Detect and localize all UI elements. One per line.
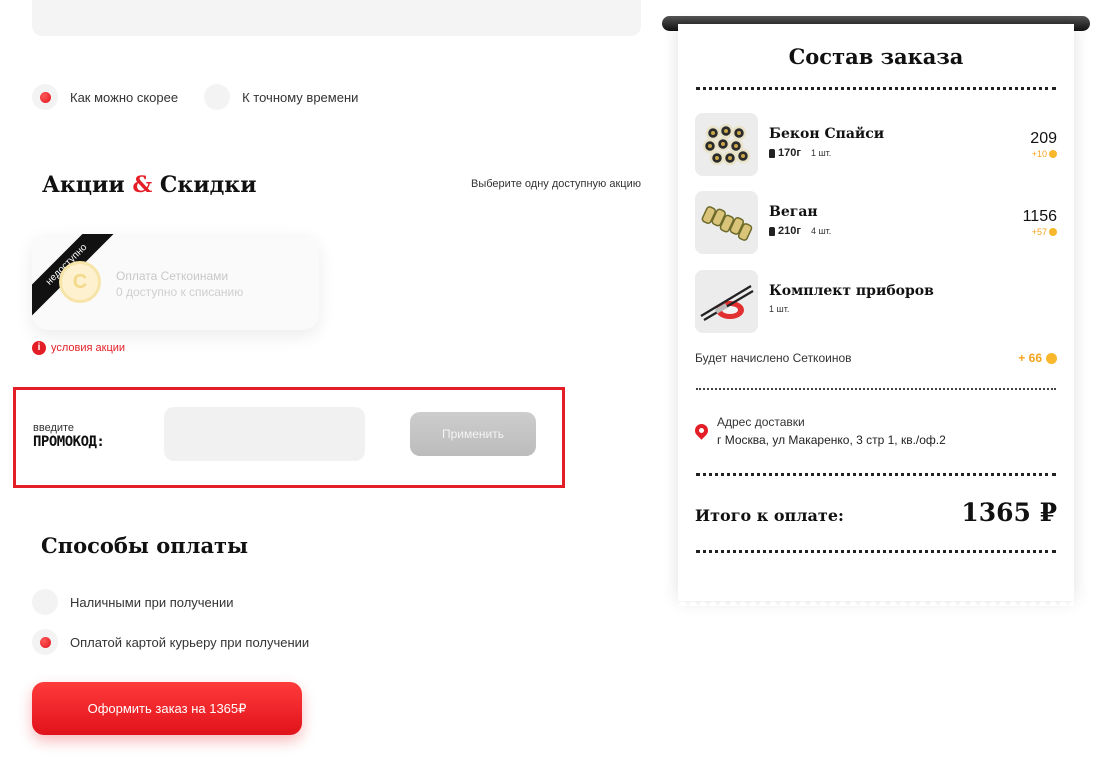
promocode-input[interactable] [164, 407, 365, 461]
divider [696, 87, 1056, 90]
item-qty: 1 шт. [769, 304, 790, 314]
promo-conditions-label: условия акции [51, 342, 126, 354]
order-item: Веган 210г 4 шт. 1156 +57 [695, 191, 1057, 255]
promocode-small-label: введите [33, 422, 75, 434]
radio-exact-time[interactable] [204, 84, 231, 110]
coin-accrual: Будет начислено Сеткоинов + 66 [695, 351, 1057, 365]
coin-accrual-amount: + 66 [1018, 351, 1042, 365]
payment-cash-option[interactable]: Наличными при получении [32, 589, 234, 615]
payment-title: Способы оплаты [41, 533, 249, 558]
promotions-title-part1: Акции [42, 172, 125, 198]
coin-accrual-value: + 66 [1018, 351, 1057, 365]
item-name: Комплект приборов [769, 283, 934, 299]
order-item: Комплект приборов 1 шт. [695, 270, 1057, 334]
location-pin-icon [692, 421, 711, 440]
item-image [695, 270, 758, 333]
promotions-title-part2: Скидки [159, 172, 257, 198]
item-qty: 1 шт. [810, 148, 832, 158]
order-item: Бекон Спайси 170г 1 шт. 209 +10 [695, 113, 1057, 177]
delivery-exact-time-label: К точному времени [242, 89, 359, 105]
promo-conditions-link[interactable]: i условия акции [32, 341, 125, 355]
item-price: 209 [1030, 130, 1057, 147]
item-meta: 210г 4 шт. [769, 225, 831, 237]
total-value: 1365 ₽ [961, 498, 1057, 527]
item-name: Веган [769, 204, 818, 220]
item-bonus: +57 [1032, 227, 1057, 237]
payment-card-option[interactable]: Оплатой картой курьеру при получении [32, 629, 309, 655]
item-bonus-value: +10 [1031, 149, 1047, 159]
promotions-hint: Выберите одну доступную акцию [471, 178, 641, 190]
coin-icon [1046, 352, 1057, 364]
item-bonus-value: +57 [1031, 227, 1047, 237]
item-meta: 1 шт. [769, 304, 789, 314]
promo-card-setcoins: недоступно С Оплата Сеткоинами 0 доступн… [32, 234, 319, 330]
delivery-exact-time-option[interactable]: К точному времени [204, 84, 358, 110]
delivery-time-options: Как можно скорее К точному времени [32, 84, 358, 110]
apply-promocode-button[interactable]: Применить [410, 412, 536, 456]
weight-icon [769, 226, 775, 236]
payment-cash-label: Наличными при получении [70, 594, 234, 610]
promo-card-subtitle: 0 доступно к списанию [116, 285, 244, 299]
item-image [695, 113, 758, 176]
promocode-section: введите ПРОМОКОД: Применить [13, 387, 565, 488]
info-icon: i [32, 341, 46, 355]
radio-cash[interactable] [32, 589, 58, 615]
item-bonus: +10 [1032, 149, 1057, 159]
promotions-title-amp: & [132, 172, 153, 198]
delivery-asap-label: Как можно скорее [70, 89, 179, 105]
receipt-title: Состав заказа [788, 44, 964, 69]
coin-accrual-label: Будет начислено Сеткоинов [695, 351, 852, 365]
coin-icon [1049, 150, 1057, 158]
promocode-big-label: ПРОМОКОД: [33, 434, 105, 450]
radio-asap[interactable] [32, 84, 58, 110]
promotions-title: Акции & Скидки [42, 172, 257, 198]
coin-icon: С [59, 261, 101, 303]
item-weight: 210г [778, 225, 801, 237]
item-price: 1156 [1022, 208, 1057, 225]
checkout-page: Как можно скорее К точному времени Акции… [0, 0, 1109, 758]
payment-card-label: Оплатой картой курьеру при получении [70, 634, 310, 650]
radio-card[interactable] [32, 629, 58, 655]
place-order-button[interactable]: Оформить заказ на 1365₽ [32, 682, 302, 735]
top-input-field[interactable] [32, 0, 641, 36]
divider [696, 388, 1056, 390]
divider [696, 550, 1056, 553]
total-label: Итого к оплате: [695, 506, 844, 525]
item-qty: 4 шт. [810, 226, 832, 236]
delivery-asap-option[interactable]: Как можно скорее [32, 84, 178, 110]
coin-icon [1049, 228, 1057, 236]
receipt-torn-edge [678, 596, 1074, 606]
item-name: Бекон Спайси [769, 126, 885, 142]
weight-icon [769, 148, 775, 158]
item-meta: 170г 1 шт. [769, 147, 831, 159]
item-image [695, 191, 758, 254]
promo-card-name: Оплата Сеткоинами [116, 269, 229, 283]
delivery-address-value: г Москва, ул Макаренко, 3 стр 1, кв./оф.… [717, 433, 946, 447]
delivery-address-label: Адрес доставки [717, 415, 805, 429]
divider [696, 473, 1056, 476]
order-receipt: Состав заказа Бекон Спайси 170г 1 шт. 20… [678, 24, 1074, 601]
item-weight: 170г [778, 147, 801, 159]
